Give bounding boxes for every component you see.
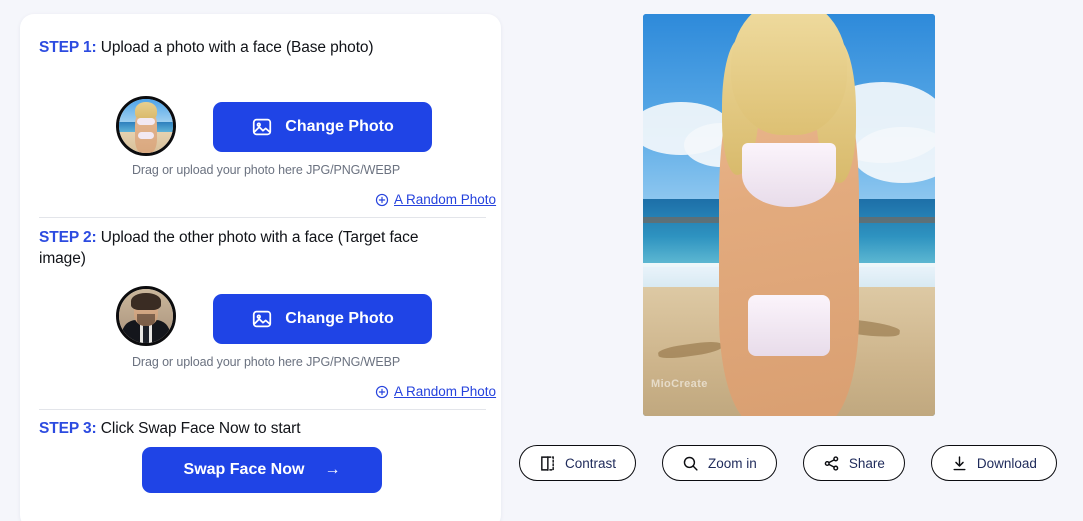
share-label: Share [848, 455, 885, 471]
image-icon [251, 308, 273, 330]
contrast-label: Contrast [565, 455, 617, 471]
plus-circle-icon [375, 193, 389, 207]
app-root: STEP 1: Upload a photo with a face (Base… [0, 0, 1083, 521]
plus-circle-icon [375, 385, 389, 399]
random-target-photo-link[interactable]: A Random Photo [375, 384, 496, 399]
divider-1 [39, 217, 486, 218]
swap-face-now-label: Swap Face Now [183, 461, 305, 478]
change-base-photo-button[interactable]: Change Photo [213, 102, 432, 152]
zoom-in-button[interactable]: Zoom in [662, 445, 777, 481]
download-button[interactable]: Download [930, 445, 1057, 481]
step-3-text: Click Swap Face Now to start [96, 420, 301, 437]
result-preview-image[interactable]: MioCreate [643, 14, 935, 416]
step-3-label: STEP 3: [39, 420, 97, 437]
share-icon [823, 455, 840, 472]
share-button[interactable]: Share [802, 445, 905, 481]
watermark: MioCreate [651, 378, 708, 390]
step-3-title: STEP 3: Click Swap Face Now to start [39, 418, 469, 439]
target-face-avatar[interactable] [116, 286, 176, 346]
target-face-thumbnail [119, 289, 173, 343]
preview-toolbar: Contrast Zoom in Share Download [519, 445, 1057, 481]
step-2-label: STEP 2: [39, 229, 97, 246]
swap-face-now-button[interactable]: Swap Face Now → [142, 447, 382, 493]
step-2-text: Upload the other photo with a face (Targ… [39, 229, 419, 267]
random-target-photo-label: A Random Photo [394, 384, 497, 399]
download-icon [951, 455, 968, 472]
zoom-in-icon [682, 455, 699, 472]
random-base-photo-label: A Random Photo [394, 192, 497, 207]
upload-steps-card: STEP 1: Upload a photo with a face (Base… [20, 14, 501, 521]
arrow-right-icon: → [324, 461, 341, 478]
contrast-icon [539, 455, 556, 472]
base-photo-thumbnail [119, 99, 173, 153]
change-target-photo-button[interactable]: Change Photo [213, 294, 432, 344]
step-1-text: Upload a photo with a face (Base photo) [96, 39, 374, 56]
change-target-photo-label: Change Photo [285, 310, 394, 327]
step-1-label: STEP 1: [39, 39, 97, 56]
change-base-photo-label: Change Photo [285, 118, 394, 135]
target-photo-hint: Drag or upload your photo here JPG/PNG/W… [132, 355, 401, 369]
zoom-in-label: Zoom in [708, 455, 757, 471]
step-1-title: STEP 1: Upload a photo with a face (Base… [39, 37, 479, 58]
contrast-button[interactable]: Contrast [519, 445, 637, 481]
image-icon [251, 116, 273, 138]
download-label: Download [976, 455, 1037, 471]
divider-2 [39, 409, 486, 410]
step-2-title: STEP 2: Upload the other photo with a fa… [39, 227, 459, 269]
base-photo-hint: Drag or upload your photo here JPG/PNG/W… [132, 163, 401, 177]
random-base-photo-link[interactable]: A Random Photo [375, 192, 496, 207]
base-photo-avatar[interactable] [116, 96, 176, 156]
